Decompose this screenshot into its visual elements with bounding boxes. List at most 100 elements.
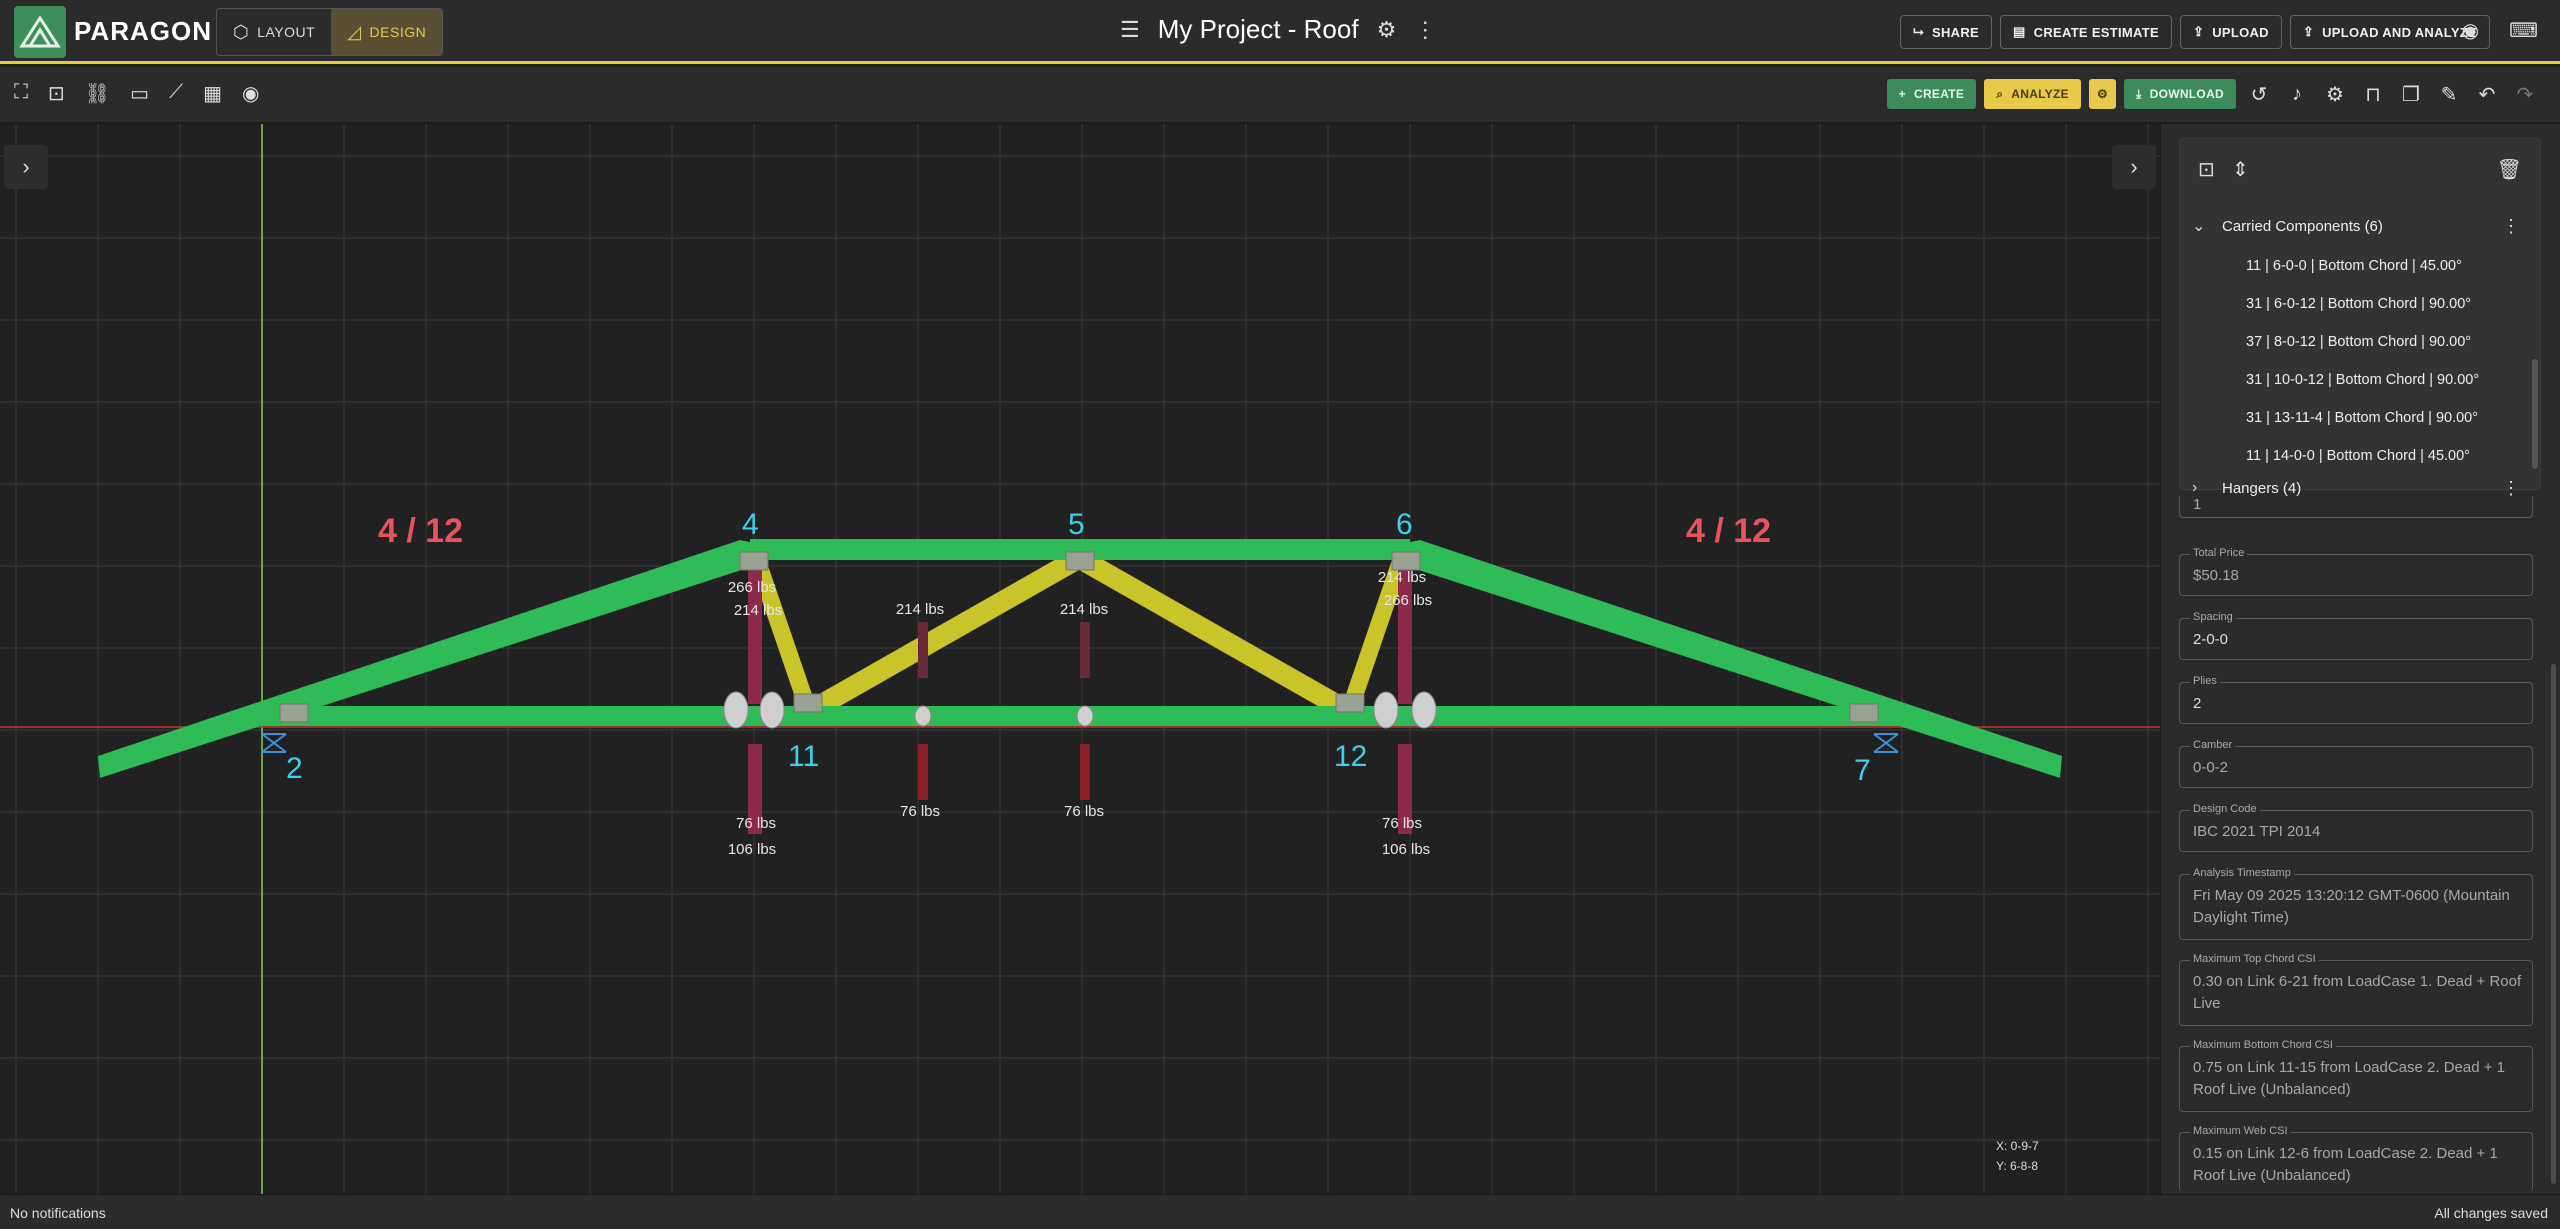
field-value: 2-0-0 <box>2193 631 2229 648</box>
cursor-y: Y: 6-8-8 <box>1996 1159 2039 1173</box>
carried-component-item[interactable]: 37 | 8-0-12 | Bottom Chord | 90.00° <box>2246 334 2471 350</box>
card-scrollbar[interactable] <box>2532 359 2538 469</box>
edit-icon[interactable]: ✎ <box>2434 82 2464 107</box>
top-chord-left[interactable] <box>98 540 760 778</box>
more-vert-icon[interactable]: ⋮ <box>1414 17 1436 43</box>
analyze-settings-button[interactable]: ⚙ <box>2088 79 2116 109</box>
upload-button[interactable]: ⇪ UPLOAD <box>2179 15 2282 49</box>
cursor-coordinates: X: 0-9-7 Y: 6-8-8 <box>1996 1136 2039 1176</box>
account-icon[interactable]: ◉ <box>2462 18 2479 43</box>
status-bar: No notifications All changes saved <box>0 1194 2560 1229</box>
lock-icon[interactable]: ⊓ <box>2358 82 2388 107</box>
document-icon: ▤ <box>2013 24 2026 39</box>
top-icons: ◉ ⌨ <box>2462 18 2538 43</box>
cube-icon: ⬡ <box>233 21 250 42</box>
list-icon[interactable]: ☰ <box>1120 17 1140 43</box>
node-label[interactable]: 7 <box>1854 754 1871 787</box>
gear-icon: ⚙ <box>2096 87 2108 101</box>
link-icon[interactable]: ⛓ <box>85 81 110 106</box>
total-price-field: Total Price $50.18 <box>2179 547 2533 596</box>
upload-and-analyze-button[interactable]: ⇪ UPLOAD AND ANALYZE <box>2289 15 2490 49</box>
view-tools: ⛶ ⊡ ⛓ ▭ ⟋ ▦ ◉ <box>14 81 259 106</box>
notifications-status[interactable]: No notifications <box>10 1205 106 1221</box>
carried-component-item[interactable]: 31 | 13-11-4 | Bottom Chord | 90.00° <box>2246 410 2478 426</box>
share-button[interactable]: ⮡ SHARE <box>1900 15 1993 49</box>
more-vert-icon[interactable]: ⋮ <box>2502 216 2520 237</box>
top-actions: ⮡ SHARE ▤ CREATE ESTIMATE ⇪ UPLOAD ⇪ UPLOAD … <box>1900 15 2490 49</box>
max-top-chord-csi-field: Maximum Top Chord CSI 0.30 on Link 6-21 … <box>2179 953 2533 1026</box>
carried-component-item[interactable]: 31 | 6-0-12 | Bottom Chord | 90.00° <box>2246 296 2471 312</box>
copy-icon[interactable]: ❐ <box>2396 82 2426 107</box>
gear-icon[interactable]: ⚙ <box>1377 17 1397 43</box>
carried-component-item[interactable]: 31 | 10-0-12 | Bottom Chord | 90.00° <box>2246 372 2479 388</box>
carried-component-item[interactable]: 11 | 6-0-0 | Bottom Chord | 45.00° <box>2246 258 2462 274</box>
save-status: All changes saved <box>2434 1205 2548 1221</box>
field-value: 0.75 on Link 11-15 from LoadCase 2. Dead… <box>2193 1059 2506 1098</box>
field-label: Analysis Timestamp <box>2190 867 2294 879</box>
plies-field[interactable]: Plies 2 <box>2179 675 2533 724</box>
carried-components-header[interactable]: ⌄ Carried Components (6) ⋮ <box>2180 207 2520 245</box>
panel-scrollbar[interactable] <box>2551 664 2556 1184</box>
focus-icon[interactable]: ⊡ <box>48 81 65 106</box>
mode-layout-button[interactable]: ⬡ LAYOUT <box>217 9 331 55</box>
camber-field[interactable]: Camber 0-0-2 <box>2179 739 2533 788</box>
history-icon[interactable]: ↺ <box>2244 82 2274 107</box>
node-label[interactable]: 11 <box>788 740 819 773</box>
cursor-x: X: 0-9-7 <box>1996 1139 2039 1153</box>
top-chord-right[interactable] <box>1400 540 2062 778</box>
node-label[interactable]: 4 <box>742 508 759 541</box>
field-label: Spacing <box>2190 611 2236 623</box>
node-label[interactable]: 6 <box>1396 508 1413 541</box>
line-chart-icon[interactable]: ⟋ <box>169 81 183 106</box>
load-label: 76 lbs <box>1382 815 1422 832</box>
collapse-icon[interactable]: ⇕ <box>2232 157 2249 182</box>
plus-icon: + <box>1898 87 1906 101</box>
trash-icon[interactable]: 🗑 <box>2497 157 2522 182</box>
mode-design-button[interactable]: ◿ DESIGN <box>331 9 443 55</box>
create-estimate-button[interactable]: ▤ CREATE ESTIMATE <box>2000 15 2172 49</box>
grid-icon[interactable]: ▦ <box>203 81 222 106</box>
truss-webs <box>746 550 1412 722</box>
redo-icon[interactable]: ↷ <box>2510 82 2540 107</box>
load-label: 214 lbs <box>1060 601 1108 618</box>
ruler-icon[interactable]: ▭ <box>130 81 149 106</box>
node-label[interactable]: 2 <box>286 752 303 785</box>
download-button[interactable]: ⤓ DOWNLOAD <box>2124 79 2236 109</box>
node-label[interactable]: 12 <box>1334 740 1367 773</box>
field-value: 2 <box>2193 695 2202 712</box>
bell-icon[interactable]: ♪ <box>2282 83 2312 106</box>
web-5-12[interactable] <box>1072 550 1360 722</box>
create-estimate-label: CREATE ESTIMATE <box>2033 24 2159 40</box>
right-panel-toggle[interactable]: › <box>2112 145 2156 189</box>
zoom-fit-icon[interactable]: ⛶ <box>14 81 28 106</box>
card-header: ⊡ ⇕ 🗑 <box>2180 139 2540 199</box>
carried-components-label: Carried Components (6) <box>2222 217 2383 235</box>
web-11-5[interactable] <box>798 550 1086 722</box>
left-panel-toggle[interactable]: › <box>4 145 48 189</box>
focus-icon[interactable]: ⊡ <box>2198 157 2215 182</box>
gear-icon[interactable]: ⚙ <box>2320 82 2350 107</box>
field-label: Total Price <box>2190 547 2248 559</box>
load-label: 266 lbs <box>1384 592 1432 609</box>
project-title[interactable]: My Project - Roof <box>1158 14 1359 45</box>
analyze-button[interactable]: ⌕ ANALYZE <box>1984 79 2081 109</box>
partial-field-value: 1 <box>2193 496 2202 513</box>
paragon-logo[interactable] <box>14 6 66 58</box>
load-label: 214 lbs <box>896 601 944 618</box>
chevron-right-icon: › <box>2130 154 2138 179</box>
design-canvas[interactable]: 4 / 12 4 / 12 2 4 5 6 7 11 12 266 lbs 21… <box>0 124 2160 1194</box>
eye-icon[interactable]: ◉ <box>242 81 259 106</box>
undo-icon[interactable]: ↶ <box>2472 82 2502 107</box>
create-button[interactable]: + CREATE <box>1886 79 1977 109</box>
mode-switch: ⬡ LAYOUT ◿ DESIGN <box>216 8 444 56</box>
spacing-field[interactable]: Spacing 2-0-0 <box>2179 611 2533 660</box>
keyboard-icon[interactable]: ⌨ <box>2509 18 2538 43</box>
truss-drawing[interactable]: 4 / 12 4 / 12 2 4 5 6 7 11 12 266 lbs 21… <box>0 124 2160 1194</box>
partial-field[interactable]: 1 <box>2179 496 2533 518</box>
carried-component-item[interactable]: 11 | 14-0-0 | Bottom Chord | 45.00° <box>2246 448 2470 464</box>
upload-icon: ⇪ <box>2302 24 2315 39</box>
node-label[interactable]: 5 <box>1068 508 1085 541</box>
field-value: 0.15 on Link 12-6 from LoadCase 2. Dead … <box>2193 1145 2498 1184</box>
field-label: Maximum Web CSI <box>2190 1125 2291 1137</box>
design-code-field: Design Code IBC 2021 TPI 2014 <box>2179 803 2533 852</box>
